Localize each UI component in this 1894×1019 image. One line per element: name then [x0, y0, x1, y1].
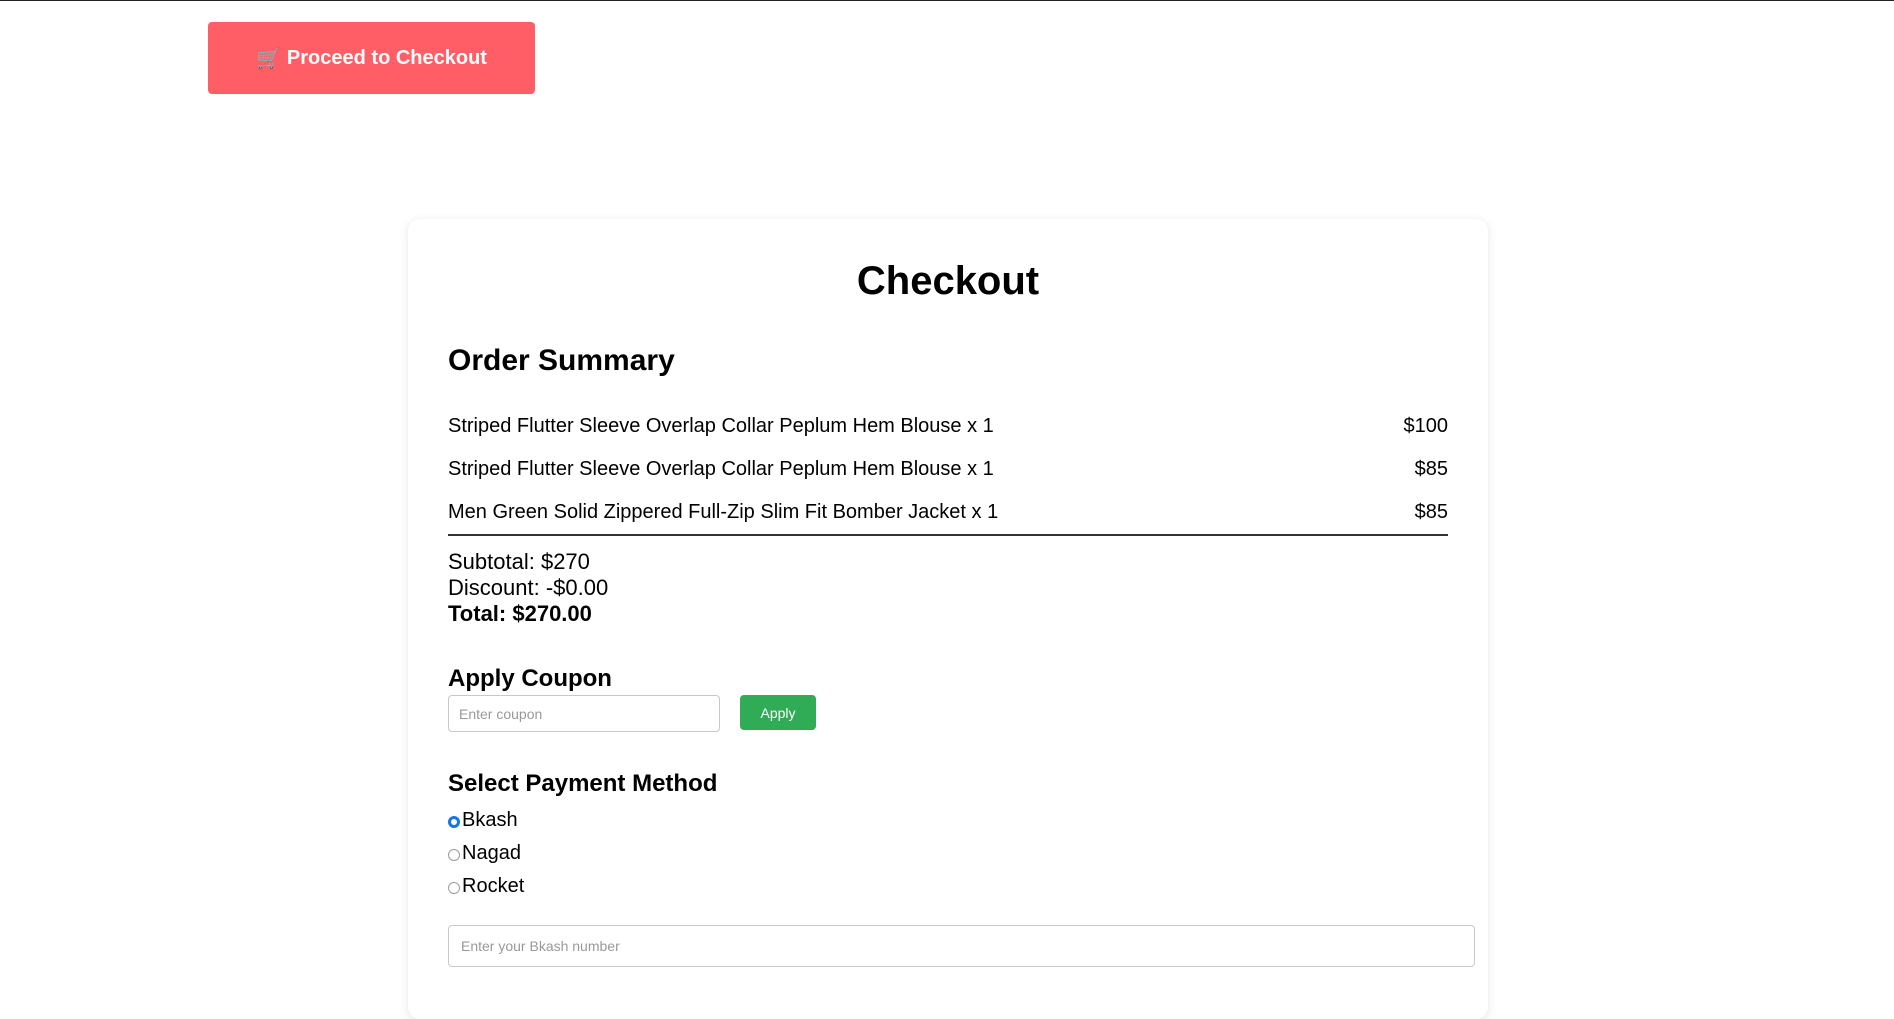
apply-coupon-title: Apply Coupon — [448, 665, 612, 692]
top-divider — [0, 0, 1894, 1]
subtotal-line: Subtotal: $270 — [448, 549, 590, 574]
payment-option-nagad[interactable]: Nagad — [448, 840, 521, 866]
payment-option-label: Rocket — [462, 874, 525, 897]
checkout-card: Checkout Order Summary Striped Flutter S… — [408, 219, 1488, 1019]
payment-number-input[interactable]: Enter your Bkash number — [448, 925, 1475, 967]
order-item-name: Striped Flutter Sleeve Overlap Collar Pe… — [448, 458, 994, 480]
proceed-to-checkout-label: Proceed to Checkout — [286, 46, 487, 69]
order-items-list: Striped Flutter Sleeve Overlap Collar Pe… — [448, 405, 1448, 536]
radio-unselected-icon[interactable] — [448, 882, 460, 894]
payment-method-title: Select Payment Method — [448, 770, 718, 797]
order-summary-title: Order Summary — [448, 344, 675, 377]
payment-option-label: Bkash — [462, 808, 518, 831]
apply-coupon-button[interactable]: Apply — [740, 695, 816, 730]
radio-unselected-icon[interactable] — [448, 849, 460, 861]
proceed-to-checkout-button[interactable]: 🛒 Proceed to Checkout — [208, 22, 535, 94]
coupon-input[interactable]: Enter coupon — [448, 695, 720, 732]
discount-line: Discount: -$0.00 — [448, 575, 609, 600]
order-totals: Subtotal: $270 Discount: -$0.00 Total: $… — [448, 549, 608, 627]
payment-option-rocket[interactable]: Rocket — [448, 873, 524, 899]
cart-icon: 🛒 — [256, 47, 281, 70]
order-item-price: $85 — [1414, 501, 1448, 523]
order-item: Striped Flutter Sleeve Overlap Collar Pe… — [448, 448, 1448, 491]
total-line: Total: $270.00 — [448, 601, 592, 626]
order-item-price: $85 — [1414, 458, 1448, 480]
order-item-price: $100 — [1403, 415, 1449, 437]
radio-selected-icon[interactable] — [448, 816, 460, 828]
order-item: Striped Flutter Sleeve Overlap Collar Pe… — [448, 405, 1448, 448]
order-item-name: Striped Flutter Sleeve Overlap Collar Pe… — [448, 415, 994, 437]
order-item-name: Men Green Solid Zippered Full-Zip Slim F… — [448, 501, 999, 523]
page-title: Checkout — [856, 259, 1040, 303]
order-item: Men Green Solid Zippered Full-Zip Slim F… — [448, 491, 1448, 534]
payment-option-label: Nagad — [462, 841, 521, 864]
payment-option-bkash[interactable]: Bkash — [448, 807, 518, 833]
